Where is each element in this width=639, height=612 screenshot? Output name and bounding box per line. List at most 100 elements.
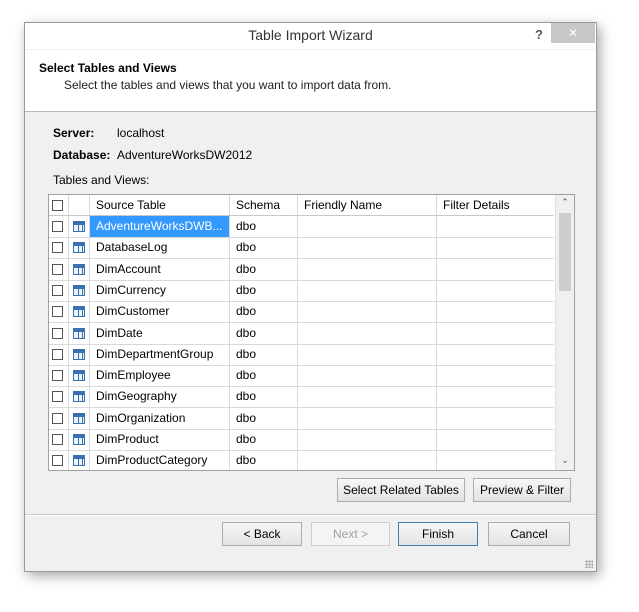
schema-cell[interactable]: dbo — [230, 344, 298, 365]
row-checkbox[interactable] — [52, 285, 63, 296]
select-all-cell[interactable] — [49, 195, 69, 215]
row-checkbox[interactable] — [52, 370, 63, 381]
filter-details-cell[interactable] — [437, 216, 554, 237]
row-checkbox[interactable] — [52, 413, 63, 424]
schema-cell[interactable]: dbo — [230, 280, 298, 301]
friendly-name-cell[interactable] — [298, 386, 437, 407]
row-checkbox-cell[interactable] — [49, 450, 69, 470]
column-header-friendly-name[interactable]: Friendly Name — [298, 195, 437, 215]
friendly-name-cell[interactable] — [298, 365, 437, 386]
source-table-cell[interactable]: DatabaseLog — [90, 237, 230, 258]
table-row[interactable]: AdventureWorksDWB... dbo — [49, 216, 554, 238]
source-table-cell[interactable]: DimCurrency — [90, 280, 230, 301]
help-button[interactable]: ? — [528, 25, 550, 45]
friendly-name-cell[interactable] — [298, 344, 437, 365]
friendly-name-cell[interactable] — [298, 237, 437, 258]
filter-details-cell[interactable] — [437, 301, 554, 322]
filter-details-cell[interactable] — [437, 408, 554, 429]
table-row[interactable]: DimGeography dbo — [49, 386, 554, 408]
row-checkbox-cell[interactable] — [49, 280, 69, 301]
filter-details-cell[interactable] — [437, 344, 554, 365]
row-checkbox[interactable] — [52, 242, 63, 253]
schema-cell[interactable]: dbo — [230, 259, 298, 280]
schema-cell[interactable]: dbo — [230, 216, 298, 237]
filter-details-cell[interactable] — [437, 280, 554, 301]
friendly-name-cell[interactable] — [298, 323, 437, 344]
column-header-filter-details[interactable]: Filter Details — [437, 195, 554, 215]
row-checkbox[interactable] — [52, 349, 63, 360]
row-checkbox[interactable] — [52, 455, 63, 466]
schema-cell[interactable]: dbo — [230, 301, 298, 322]
source-table-cell[interactable]: DimDepartmentGroup — [90, 344, 230, 365]
filter-details-cell[interactable] — [437, 259, 554, 280]
column-header-source-table[interactable]: Source Table — [90, 195, 230, 215]
friendly-name-cell[interactable] — [298, 408, 437, 429]
select-all-checkbox[interactable] — [52, 200, 63, 211]
row-checkbox-cell[interactable] — [49, 216, 69, 237]
table-row[interactable]: DatabaseLog dbo — [49, 237, 554, 259]
row-checkbox[interactable] — [52, 391, 63, 402]
source-table-cell[interactable]: DimGeography — [90, 386, 230, 407]
friendly-name-cell[interactable] — [298, 280, 437, 301]
table-row[interactable]: DimProduct dbo — [49, 429, 554, 451]
preview-filter-button[interactable]: Preview & Filter — [473, 478, 571, 502]
source-table-cell[interactable]: DimEmployee — [90, 365, 230, 386]
table-row[interactable]: DimEmployee dbo — [49, 365, 554, 387]
schema-cell[interactable]: dbo — [230, 365, 298, 386]
row-checkbox-cell[interactable] — [49, 408, 69, 429]
select-related-tables-button[interactable]: Select Related Tables — [337, 478, 465, 502]
finish-button[interactable]: Finish — [398, 522, 478, 546]
schema-cell[interactable]: dbo — [230, 237, 298, 258]
table-row[interactable]: DimProductCategory dbo — [49, 450, 554, 470]
row-checkbox[interactable] — [52, 434, 63, 445]
cancel-button[interactable]: Cancel — [488, 522, 570, 546]
schema-cell[interactable]: dbo — [230, 408, 298, 429]
back-button[interactable]: < Back — [222, 522, 302, 546]
next-button[interactable]: Next > — [311, 522, 390, 546]
row-checkbox[interactable] — [52, 264, 63, 275]
scroll-thumb[interactable] — [559, 213, 571, 291]
source-table-cell[interactable]: AdventureWorksDWB... — [90, 216, 230, 237]
row-checkbox-cell[interactable] — [49, 429, 69, 450]
filter-details-cell[interactable] — [437, 365, 554, 386]
row-checkbox[interactable] — [52, 328, 63, 339]
column-header-schema[interactable]: Schema — [230, 195, 298, 215]
source-table-cell[interactable]: DimProductCategory — [90, 450, 230, 470]
close-button[interactable]: ✕ — [551, 23, 595, 43]
table-row[interactable]: DimOrganization dbo — [49, 408, 554, 430]
row-checkbox-cell[interactable] — [49, 344, 69, 365]
scroll-up-icon[interactable]: ⌃ — [556, 195, 574, 212]
table-row[interactable]: DimCurrency dbo — [49, 280, 554, 302]
schema-cell[interactable]: dbo — [230, 429, 298, 450]
source-table-cell[interactable]: DimProduct — [90, 429, 230, 450]
filter-details-cell[interactable] — [437, 323, 554, 344]
friendly-name-cell[interactable] — [298, 429, 437, 450]
friendly-name-cell[interactable] — [298, 216, 437, 237]
table-row[interactable]: DimDate dbo — [49, 323, 554, 345]
row-checkbox[interactable] — [52, 221, 63, 232]
resize-grip-icon[interactable] — [585, 560, 593, 568]
source-table-cell[interactable]: DimAccount — [90, 259, 230, 280]
filter-details-cell[interactable] — [437, 237, 554, 258]
table-row[interactable]: DimAccount dbo — [49, 259, 554, 281]
friendly-name-cell[interactable] — [298, 301, 437, 322]
row-checkbox-cell[interactable] — [49, 301, 69, 322]
vertical-scrollbar[interactable]: ⌃ ⌄ — [555, 195, 574, 470]
friendly-name-cell[interactable] — [298, 450, 437, 470]
source-table-cell[interactable]: DimOrganization — [90, 408, 230, 429]
row-checkbox[interactable] — [52, 306, 63, 317]
table-row[interactable]: DimDepartmentGroup dbo — [49, 344, 554, 366]
row-checkbox-cell[interactable] — [49, 323, 69, 344]
filter-details-cell[interactable] — [437, 386, 554, 407]
friendly-name-cell[interactable] — [298, 259, 437, 280]
schema-cell[interactable]: dbo — [230, 386, 298, 407]
schema-cell[interactable]: dbo — [230, 323, 298, 344]
filter-details-cell[interactable] — [437, 429, 554, 450]
row-checkbox-cell[interactable] — [49, 259, 69, 280]
source-table-cell[interactable]: DimDate — [90, 323, 230, 344]
row-checkbox-cell[interactable] — [49, 237, 69, 258]
row-checkbox-cell[interactable] — [49, 386, 69, 407]
table-row[interactable]: DimCustomer dbo — [49, 301, 554, 323]
row-checkbox-cell[interactable] — [49, 365, 69, 386]
schema-cell[interactable]: dbo — [230, 450, 298, 470]
